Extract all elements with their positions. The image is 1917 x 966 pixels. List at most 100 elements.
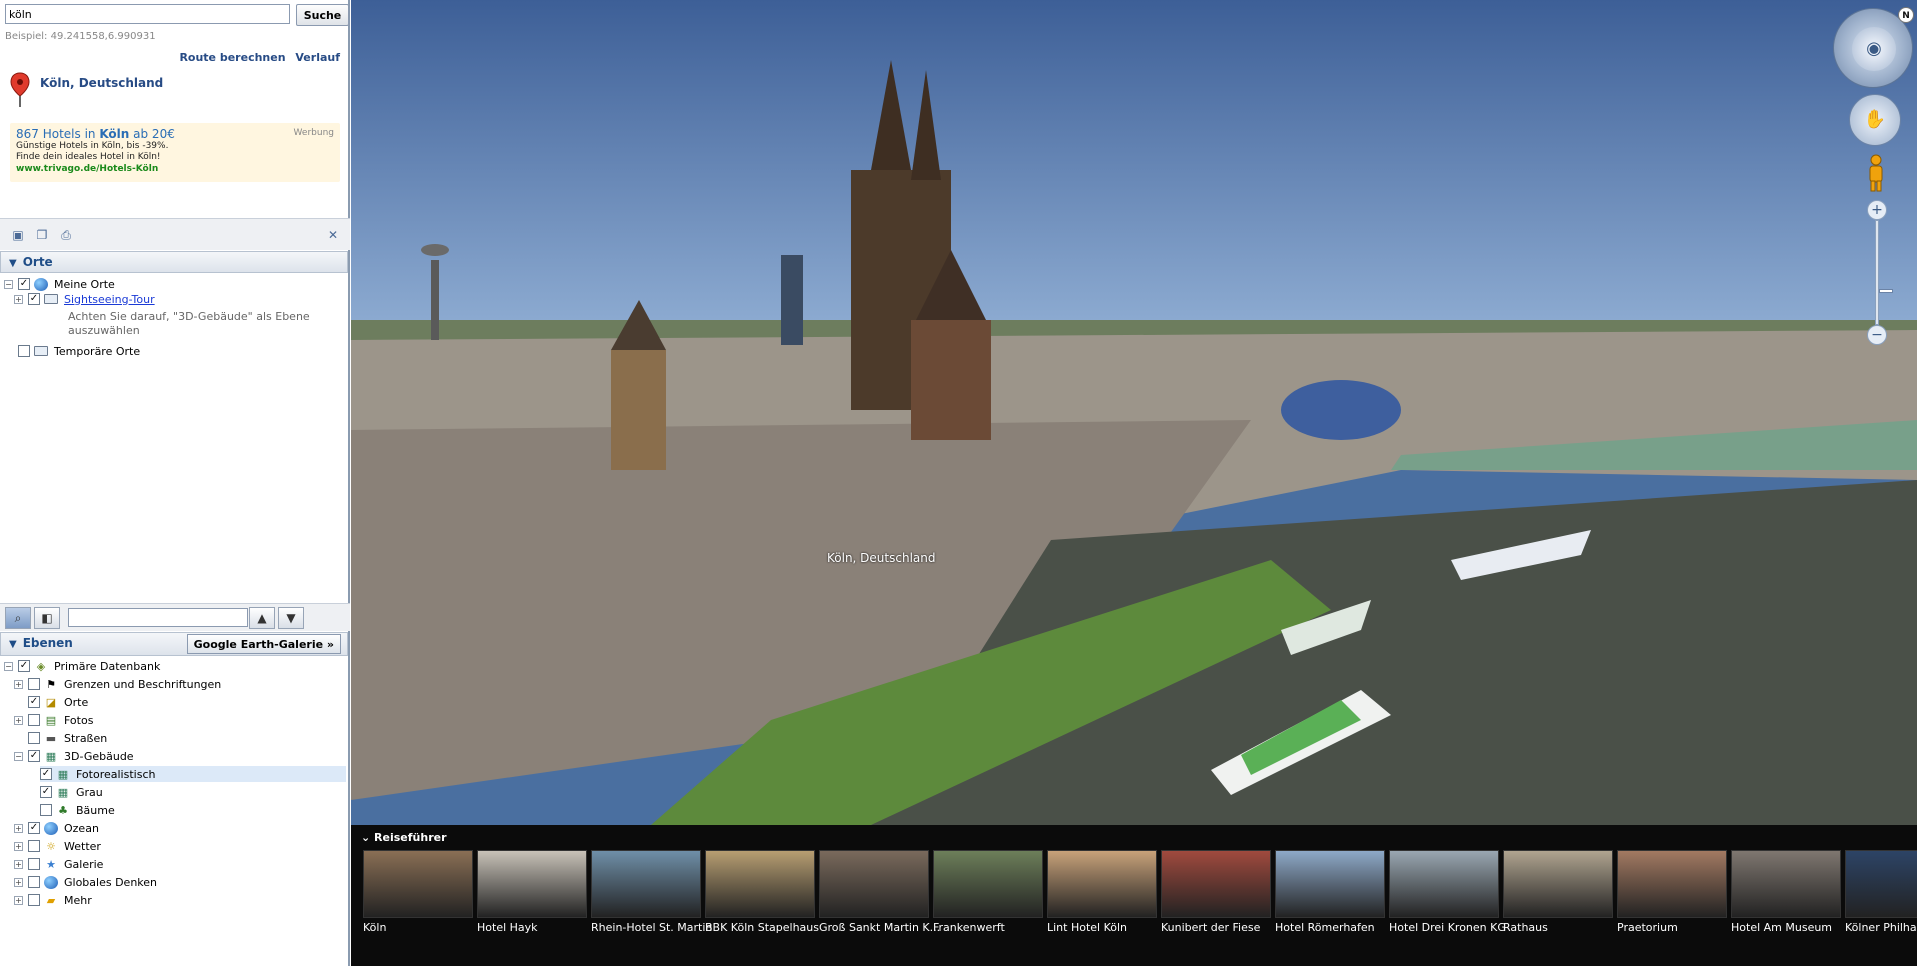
checkbox[interactable] [28, 840, 40, 852]
tour-thumbnail[interactable]: Groß Sankt Martin K... [819, 850, 940, 935]
checkbox[interactable]: ✓ [28, 822, 40, 834]
print-icon[interactable]: ⎙ [58, 228, 74, 242]
panel-tab-icon[interactable]: ◧ [34, 607, 60, 629]
ebenen-header[interactable]: ▼ Ebenen Google Earth-Galerie » [0, 632, 348, 656]
ad-box[interactable]: Werbung 867 Hotels in Köln ab 20€ Günsti… [10, 123, 340, 182]
checkbox[interactable] [28, 894, 40, 906]
tour-thumbnail[interactable]: Rhein-Hotel St. Martin [591, 850, 712, 935]
folder-more-icon: ▰ [46, 893, 56, 907]
search-tab-icon[interactable]: ⌕ [5, 607, 31, 629]
checkbox[interactable]: ✓ [40, 768, 52, 780]
ad-title-bold: Köln [99, 127, 130, 141]
compass-control[interactable]: N ◉ [1833, 7, 1914, 88]
expand-icon[interactable]: + [14, 679, 23, 689]
tree-row-sightseeing[interactable]: + ✓ Sightseeing-Tour [14, 291, 155, 307]
add-folder-icon[interactable]: ▣ [10, 228, 26, 242]
search-button[interactable]: Suche [296, 4, 349, 26]
tour-thumbnail[interactable]: Kölner Philhar [1845, 850, 1917, 935]
checkbox[interactable] [40, 804, 52, 816]
checkbox[interactable]: ✓ [18, 660, 30, 672]
layer-row[interactable]: + ✓ Ozean [14, 820, 99, 836]
layer-row[interactable]: + ★ Galerie [14, 856, 103, 872]
checkbox[interactable] [28, 714, 40, 726]
collapse-icon[interactable]: − [14, 751, 23, 761]
tree-row-temporaere[interactable]: Temporäre Orte [18, 343, 140, 359]
layer-row[interactable]: + Globales Denken [14, 874, 157, 890]
tour-thumbnail[interactable]: Frankenwerft [933, 850, 1043, 935]
star-icon: ★ [46, 857, 56, 871]
checkbox[interactable]: ✓ [18, 278, 30, 290]
layer-row[interactable]: + ⚑ Grenzen und Beschriftungen [14, 676, 221, 692]
arrow-up-icon[interactable]: ▲ [249, 607, 275, 629]
expand-icon[interactable]: + [14, 715, 23, 725]
result-title[interactable]: Köln, Deutschland [40, 76, 163, 90]
search-input[interactable] [5, 4, 290, 24]
tour-thumbnail[interactable]: Praetorium [1617, 850, 1727, 935]
layer-row[interactable]: ✓ ◪ Orte [14, 694, 88, 710]
orte-header[interactable]: ▼ Orte [0, 251, 348, 273]
collapse-icon[interactable]: − [4, 279, 13, 289]
tour-thumbnail[interactable]: Hotel Drei Kronen KG [1389, 850, 1506, 935]
layer-row[interactable]: − ✓ ▦ 3D-Gebäude [14, 748, 134, 764]
expand-icon[interactable]: + [14, 895, 23, 905]
checkbox[interactable] [28, 858, 40, 870]
ad-url[interactable]: www.trivago.de/Hotels-Köln [16, 164, 334, 174]
layer-row[interactable]: + ▤ Fotos [14, 712, 93, 728]
gallery-button[interactable]: Google Earth-Galerie » [186, 634, 341, 654]
layer-row[interactable]: ♣ Bäume [40, 802, 115, 818]
zoom-knob[interactable] [1879, 289, 1893, 293]
zoom-track[interactable] [1875, 220, 1893, 325]
checkbox[interactable] [18, 345, 30, 357]
tour-thumbnail[interactable]: Hotel Römerhafen [1275, 850, 1385, 935]
checkbox[interactable]: ✓ [28, 696, 40, 708]
history-link[interactable]: Verlauf [295, 51, 340, 64]
pan-hand-icon[interactable]: ✋ [1849, 94, 1901, 146]
expand-icon[interactable]: + [14, 859, 23, 869]
ad-title-post: ab 20€ [129, 127, 175, 141]
close-icon[interactable]: ✕ [325, 228, 341, 242]
checkbox[interactable] [28, 732, 40, 744]
checkbox[interactable]: ✓ [28, 750, 40, 762]
tour-thumbnail[interactable]: Rathaus [1503, 850, 1613, 935]
expand-icon[interactable]: + [14, 841, 23, 851]
checkbox[interactable] [28, 876, 40, 888]
collapse-icon[interactable]: − [4, 661, 13, 671]
tour-thumbnail[interactable]: Köln [363, 850, 473, 935]
layer-row[interactable]: + ▰ Mehr [14, 892, 92, 908]
zoom-out-icon[interactable]: − [1867, 325, 1887, 345]
layer-row[interactable]: − ✓ ◈ Primäre Datenbank [4, 658, 160, 674]
expand-icon[interactable]: + [14, 823, 23, 833]
tour-thumbnail[interactable]: BBK Köln Stapelhaus [705, 850, 819, 935]
zoom-in-icon[interactable]: + [1867, 200, 1887, 220]
tree-label: Meine Orte [54, 277, 115, 291]
tour-title[interactable]: ⌄ Reiseführer [361, 831, 447, 844]
checkbox[interactable]: ✓ [40, 786, 52, 798]
tour-thumbnail[interactable]: Hotel Hayk [477, 850, 587, 935]
orte-header-label: Orte [22, 255, 53, 269]
north-icon[interactable]: N [1898, 7, 1914, 23]
zoom-slider[interactable]: + − [1867, 200, 1893, 345]
checkbox[interactable] [28, 678, 40, 690]
copy-icon[interactable]: ❐ [34, 228, 50, 242]
photo-icon: ▤ [45, 713, 57, 727]
tour-thumbnail[interactable]: Hotel Am Museum [1731, 850, 1841, 935]
checkbox[interactable]: ✓ [28, 293, 40, 305]
layer-row[interactable]: ✓ ▦ Fotorealistisch [40, 766, 346, 782]
layer-row[interactable]: ▬ Straßen [14, 730, 107, 746]
place-label[interactable]: Köln, Deutschland [827, 551, 935, 565]
layer-row[interactable]: ✓ ▦ Grau [40, 784, 103, 800]
eye-icon[interactable]: ◉ [1852, 27, 1896, 71]
route-link[interactable]: Route berechnen [179, 51, 285, 64]
ad-title[interactable]: 867 Hotels in Köln ab 20€ [16, 127, 334, 141]
expand-icon[interactable]: + [14, 877, 23, 887]
tour-thumbnail[interactable]: Kunibert der Fiese [1161, 850, 1271, 935]
earth-3d-view[interactable]: Köln, Deutschland N ◉ ✋ + − [351, 0, 1917, 825]
arrow-down-icon[interactable]: ▼ [278, 607, 304, 629]
tour-thumbnail[interactable]: Lint Hotel Köln [1047, 850, 1157, 935]
pegman-icon[interactable] [1865, 154, 1887, 192]
tree-link[interactable]: Sightseeing-Tour [64, 293, 155, 306]
tree-row-meine-orte[interactable]: − ✓ Meine Orte [4, 276, 115, 292]
layer-row[interactable]: + ☼ Wetter [14, 838, 101, 854]
expand-icon[interactable]: + [14, 294, 23, 304]
filter-input[interactable] [68, 608, 248, 627]
